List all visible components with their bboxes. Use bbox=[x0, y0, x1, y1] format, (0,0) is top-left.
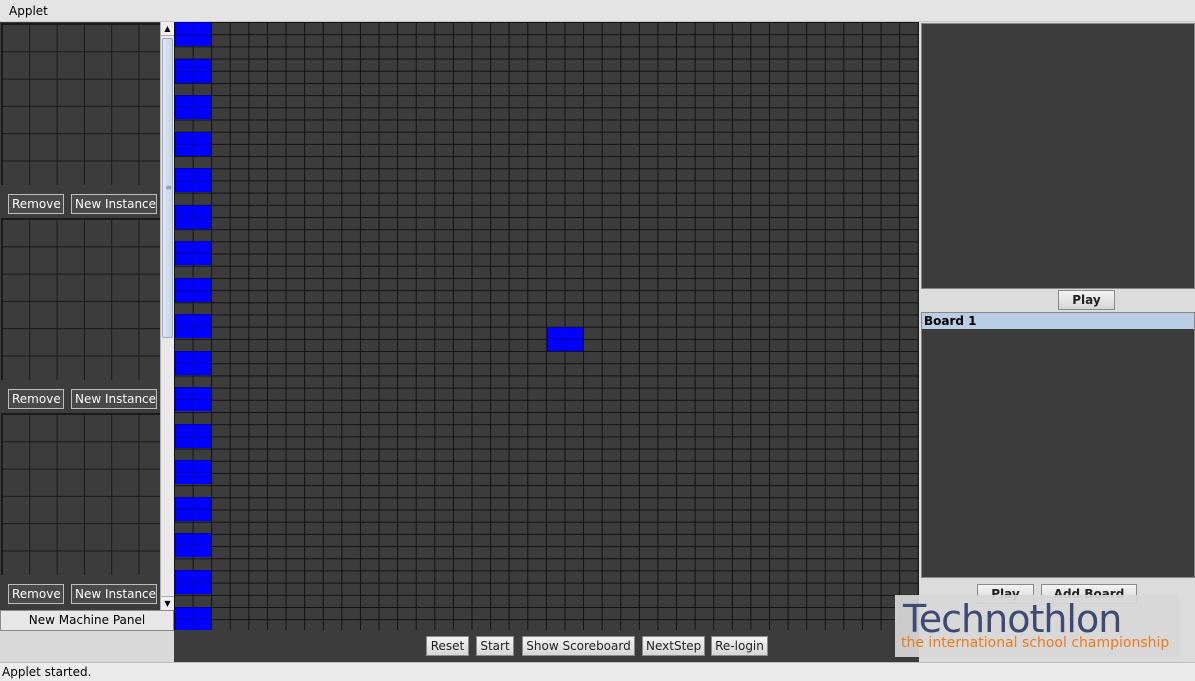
remove-button[interactable]: Remove bbox=[8, 389, 64, 409]
show-scoreboard-button[interactable]: Show Scoreboard bbox=[522, 636, 635, 656]
active-cell[interactable] bbox=[175, 460, 211, 484]
board-list[interactable]: Board 1 bbox=[921, 312, 1195, 578]
scroll-thumb[interactable]: ≡ bbox=[162, 38, 173, 338]
active-cell[interactable] bbox=[175, 570, 211, 594]
scroll-down-arrow-icon[interactable]: ▼ bbox=[161, 596, 174, 610]
machine-toolbar: Remove New Instance bbox=[0, 380, 160, 412]
remove-button[interactable]: Remove bbox=[8, 194, 64, 214]
remove-button[interactable]: Remove bbox=[8, 584, 64, 604]
machine-grid[interactable] bbox=[1, 23, 161, 187]
active-cell[interactable] bbox=[175, 533, 211, 557]
start-button[interactable]: Start bbox=[476, 636, 514, 656]
active-cell[interactable] bbox=[175, 95, 211, 119]
technothlon-logo: Technothlon the international school cha… bbox=[895, 595, 1179, 657]
active-cell[interactable] bbox=[175, 607, 211, 630]
control-bar: Reset Start Show Scoreboard NextStep Re-… bbox=[174, 630, 919, 662]
game-board-grid[interactable] bbox=[174, 22, 919, 630]
machine-panel-scrollbar[interactable]: ▲ ≡ ▼ bbox=[160, 22, 174, 610]
active-cell[interactable] bbox=[175, 59, 211, 83]
new-machine-panel-button[interactable]: New Machine Panel bbox=[0, 610, 174, 631]
logo-tagline: the international school championship bbox=[901, 635, 1170, 651]
board-manager-panel: Play Board 1 Play Add Board bbox=[919, 22, 1195, 662]
machine-panel-list: Remove New Instance Remove New Instance … bbox=[0, 22, 161, 610]
new-instance-button[interactable]: New Instance bbox=[71, 584, 157, 604]
grip-icon: ≡ bbox=[165, 183, 172, 192]
machine-grid[interactable] bbox=[1, 218, 161, 382]
active-cell[interactable] bbox=[175, 22, 211, 46]
board-list-item[interactable]: Board 1 bbox=[922, 313, 1194, 329]
active-cell[interactable] bbox=[175, 387, 211, 411]
active-cell[interactable] bbox=[547, 327, 583, 351]
status-text: Applet started. bbox=[2, 665, 92, 679]
status-bar: Applet started. bbox=[0, 662, 1195, 681]
active-cell[interactable] bbox=[175, 314, 211, 338]
reset-button[interactable]: Reset bbox=[426, 636, 469, 656]
board-preview bbox=[921, 23, 1195, 289]
active-cell[interactable] bbox=[175, 278, 211, 302]
applet-menubar: Applet bbox=[0, 0, 1195, 22]
active-cell[interactable] bbox=[175, 351, 211, 375]
active-cell[interactable] bbox=[175, 168, 211, 192]
next-step-button[interactable]: NextStep bbox=[642, 636, 705, 656]
active-cell[interactable] bbox=[175, 132, 211, 156]
scroll-up-arrow-icon[interactable]: ▲ bbox=[161, 22, 174, 36]
new-instance-button[interactable]: New Instance bbox=[71, 194, 157, 214]
active-cell[interactable] bbox=[175, 205, 211, 229]
new-instance-button[interactable]: New Instance bbox=[71, 389, 157, 409]
machine-toolbar: Remove New Instance bbox=[0, 185, 160, 217]
relogin-button[interactable]: Re-login bbox=[711, 636, 768, 656]
applet-title: Applet bbox=[9, 4, 48, 18]
active-cell[interactable] bbox=[175, 424, 211, 448]
play-button[interactable]: Play bbox=[1058, 290, 1115, 310]
machine-grid[interactable] bbox=[1, 413, 161, 577]
active-cell[interactable] bbox=[175, 241, 211, 265]
active-cell[interactable] bbox=[175, 497, 211, 521]
machine-toolbar: Remove New Instance bbox=[0, 575, 160, 607]
